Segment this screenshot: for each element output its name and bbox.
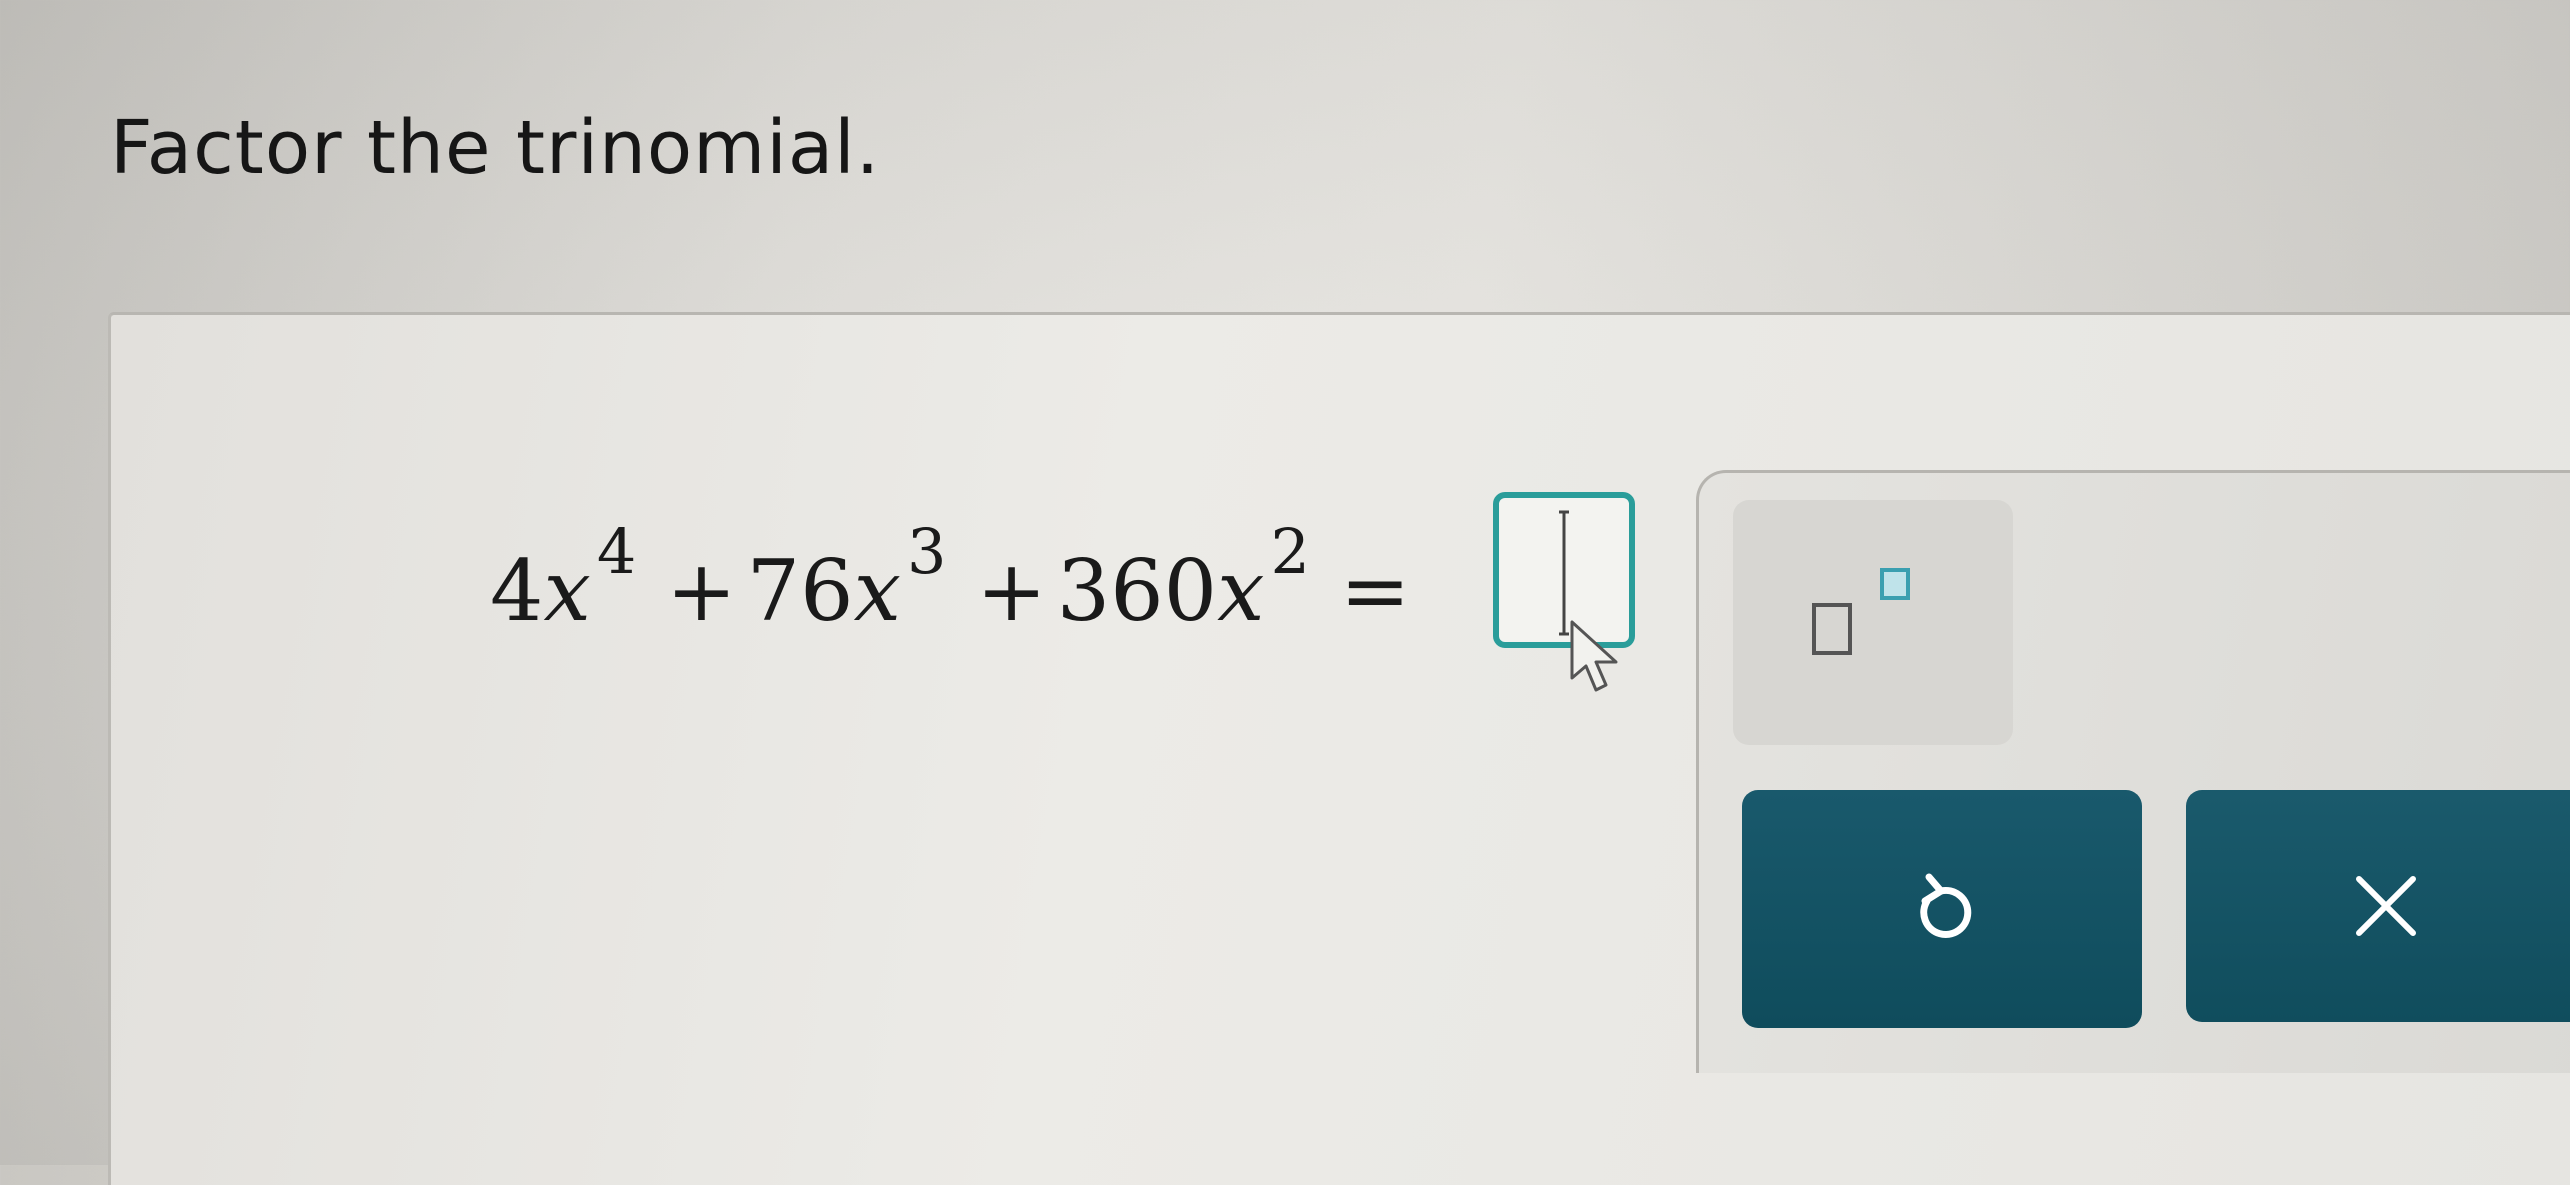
undo-button[interactable] <box>1742 790 2142 1028</box>
term-2-variable: x <box>853 542 901 640</box>
term-3-coefficient: 360 <box>1056 542 1218 640</box>
term-3-variable: x <box>1217 542 1265 640</box>
plus-operator-2: + <box>976 542 1047 640</box>
clear-button[interactable] <box>2186 790 2570 1022</box>
exponent-button[interactable] <box>1733 500 2013 745</box>
term-2-coefficient: 76 <box>746 542 854 640</box>
undo-icon <box>1920 873 1972 938</box>
term-3-exponent: 2 <box>1270 515 1310 588</box>
term-2-exponent: 3 <box>906 515 947 588</box>
equation: 4x4 + 76 x 3 + 360 x 2 = <box>490 515 1420 640</box>
plus-operator-1: + <box>666 542 737 640</box>
equals-sign: = <box>1339 542 1411 640</box>
question-prompt: Factor the trinomial. <box>110 105 881 191</box>
superscript-template-icon <box>1812 603 1852 655</box>
close-icon <box>2356 876 2416 936</box>
mouse-pointer-icon <box>1570 620 1618 692</box>
superscript-placeholder-icon <box>1880 568 1910 600</box>
term-1-variable: x <box>543 542 591 640</box>
term-1-exponent: 4 <box>596 515 637 588</box>
term-1-coefficient: 4 <box>490 542 544 640</box>
